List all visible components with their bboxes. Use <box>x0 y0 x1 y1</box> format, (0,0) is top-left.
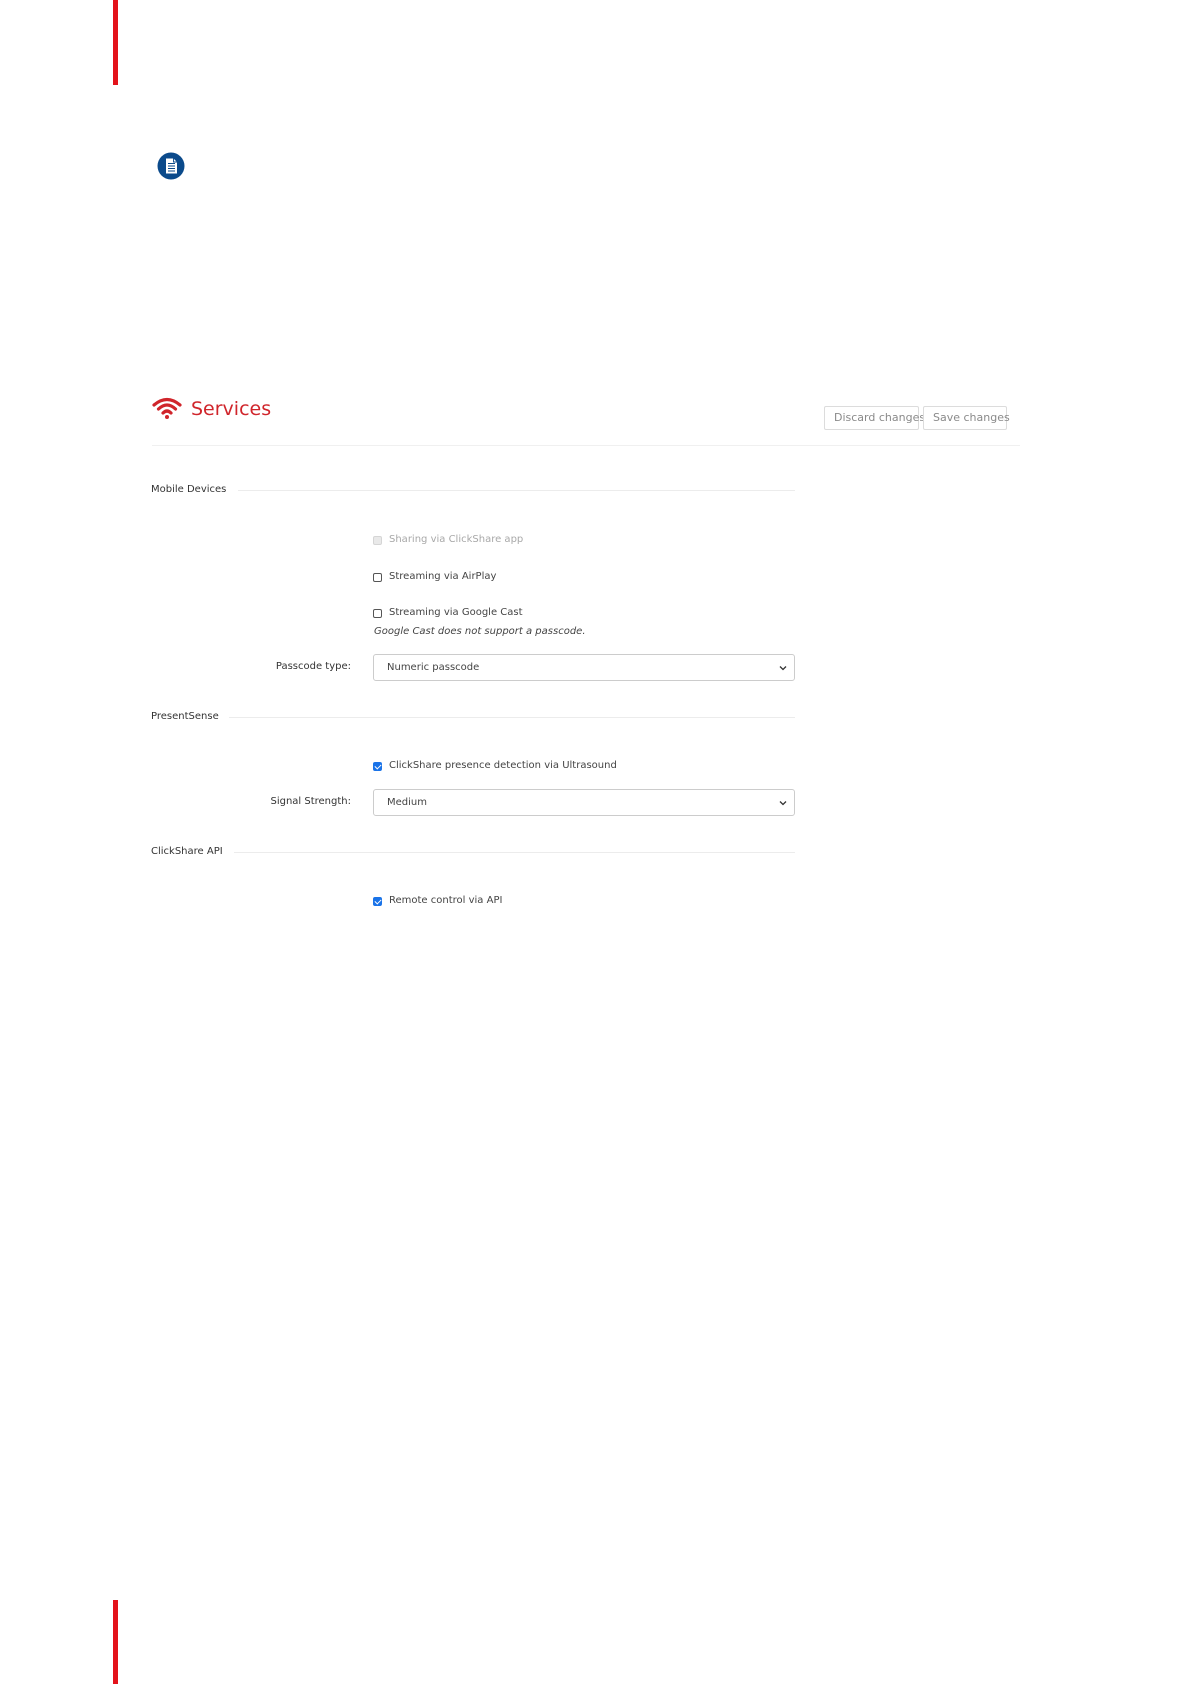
streaming-google-cast-label: Streaming via Google Cast <box>389 607 523 618</box>
save-changes-button[interactable]: Save changes <box>923 406 1010 430</box>
remote-control-api-checkbox[interactable] <box>373 897 382 906</box>
streaming-airplay-label: Streaming via AirPlay <box>389 571 497 582</box>
header-divider <box>152 445 1020 446</box>
passcode-type-label: Passcode type: <box>275 661 351 672</box>
services-header: Services Discard changes Save changes <box>152 392 1020 446</box>
discard-changes-button[interactable]: Discard changes <box>824 406 925 430</box>
note-icon <box>157 152 185 180</box>
signal-strength-select[interactable]: Medium <box>373 789 795 816</box>
page-margin-bar-bottom <box>113 1600 118 1684</box>
passcode-type-value: Numeric passcode <box>387 662 480 673</box>
sharing-clickshare-app-label: Sharing via ClickShare app <box>389 534 524 545</box>
presence-detection-checkbox[interactable] <box>373 762 382 771</box>
signal-strength-value: Medium <box>387 797 427 808</box>
chevron-down-icon <box>779 666 787 671</box>
presence-detection-label: ClickShare presence detection via Ultras… <box>389 760 617 771</box>
remote-control-api-label: Remote control via API <box>389 895 503 906</box>
section-divider <box>234 852 795 853</box>
page-title: Services <box>191 398 272 420</box>
streaming-airplay-checkbox[interactable] <box>373 573 382 582</box>
google-cast-note: Google Cast does not support a passcode. <box>374 626 586 637</box>
passcode-type-select[interactable]: Numeric passcode <box>373 654 795 681</box>
section-title-clickshare-api: ClickShare API <box>151 846 223 857</box>
sharing-clickshare-app-checkbox[interactable] <box>373 536 382 545</box>
section-title-presentsense: PresentSense <box>151 711 219 722</box>
section-divider <box>238 490 795 491</box>
signal-strength-label: Signal Strength: <box>270 796 351 807</box>
chevron-down-icon <box>779 801 787 806</box>
section-title-mobile-devices: Mobile Devices <box>151 484 227 495</box>
wifi-icon <box>152 397 182 419</box>
streaming-google-cast-checkbox[interactable] <box>373 609 382 618</box>
section-divider <box>229 717 795 718</box>
page-margin-bar-top <box>113 0 118 85</box>
